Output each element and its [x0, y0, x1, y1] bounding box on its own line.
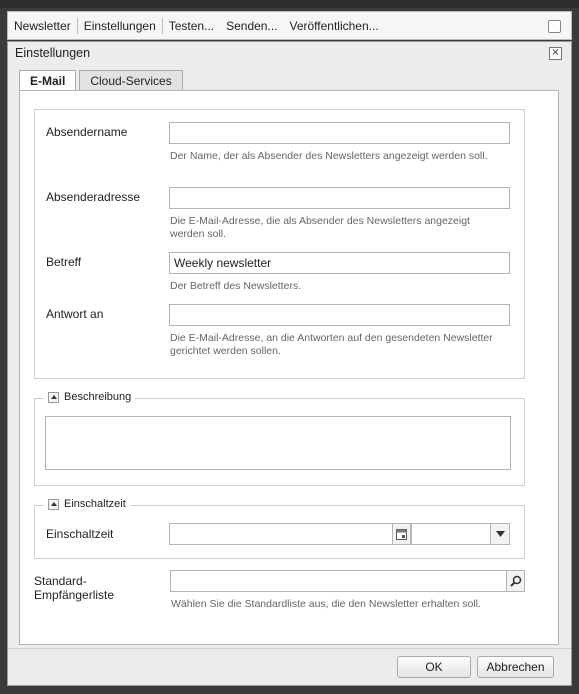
- collapse-toggle-icon[interactable]: [48, 498, 59, 510]
- calendar-icon[interactable]: [392, 523, 411, 545]
- newsletter-toolbar: Newsletter Einstellungen Testen... Sende…: [7, 11, 572, 40]
- onset-legend[interactable]: Einschaltzeit: [44, 498, 130, 510]
- collapse-toggle-icon[interactable]: [48, 391, 59, 403]
- description-textarea[interactable]: [45, 416, 511, 470]
- toolbar-publish[interactable]: Veröffentlichen...: [283, 17, 384, 35]
- sender-address-hint: Die E-Mail-Adresse, die als Absender des…: [170, 215, 470, 240]
- tab-bar: E-Mail Cloud-Services: [19, 70, 186, 91]
- default-list-label-line1: Standard-: [34, 574, 87, 588]
- toolbar-send[interactable]: Senden...: [220, 17, 283, 35]
- onset-time-select[interactable]: [411, 523, 491, 545]
- default-list-hint: Wählen Sie die Standardliste aus, die de…: [171, 598, 481, 610]
- onset-legend-label: Einschaltzeit: [64, 498, 126, 510]
- tab-cloud-services[interactable]: Cloud-Services: [79, 70, 183, 90]
- toolbar-settings[interactable]: Einstellungen: [78, 17, 162, 35]
- subject-label: Betreff: [46, 255, 82, 269]
- toolbar-checkbox[interactable]: [548, 20, 561, 33]
- dialog-title: Einstellungen: [15, 46, 91, 60]
- default-list-label-line2: Empfängerliste: [34, 588, 115, 602]
- close-icon[interactable]: ×: [549, 47, 562, 60]
- reply-to-label: Antwort an: [46, 307, 104, 321]
- tab-email[interactable]: E-Mail: [19, 70, 77, 91]
- default-list-input[interactable]: [170, 570, 507, 592]
- subject-input[interactable]: Weekly newsletter: [169, 252, 510, 274]
- chevron-down-icon[interactable]: [490, 523, 510, 545]
- sender-name-input[interactable]: [169, 122, 510, 144]
- subject-hint: Der Betreff des Newsletters.: [170, 280, 302, 292]
- description-legend-label: Beschreibung: [64, 391, 132, 403]
- sender-name-hint: Der Name, der als Absender des Newslette…: [170, 150, 488, 162]
- toolbar-test[interactable]: Testen...: [163, 17, 220, 35]
- toolbar-newsletter[interactable]: Newsletter: [8, 17, 77, 35]
- reply-to-hint: Die E-Mail-Adresse, an die Antworten auf…: [170, 332, 493, 357]
- description-legend[interactable]: Beschreibung: [44, 391, 136, 403]
- email-tab-panel: Absendername Der Name, der als Absender …: [19, 90, 559, 645]
- onset-date-input[interactable]: [169, 523, 393, 545]
- sender-name-label: Absendername: [46, 125, 128, 139]
- onset-label: Einschaltzeit: [46, 527, 114, 541]
- sender-address-label: Absenderadresse: [46, 190, 141, 204]
- ok-button[interactable]: OK: [397, 656, 471, 678]
- sender-address-input[interactable]: [169, 187, 510, 209]
- cancel-button[interactable]: Abbrechen: [477, 656, 554, 678]
- dialog-footer: OK Abbrechen: [8, 648, 571, 685]
- search-icon[interactable]: [506, 570, 525, 592]
- reply-to-input[interactable]: [169, 304, 510, 326]
- window-top-strip: [0, 0, 579, 8]
- settings-dialog: Einstellungen × E-Mail Cloud-Services Ab…: [7, 41, 572, 686]
